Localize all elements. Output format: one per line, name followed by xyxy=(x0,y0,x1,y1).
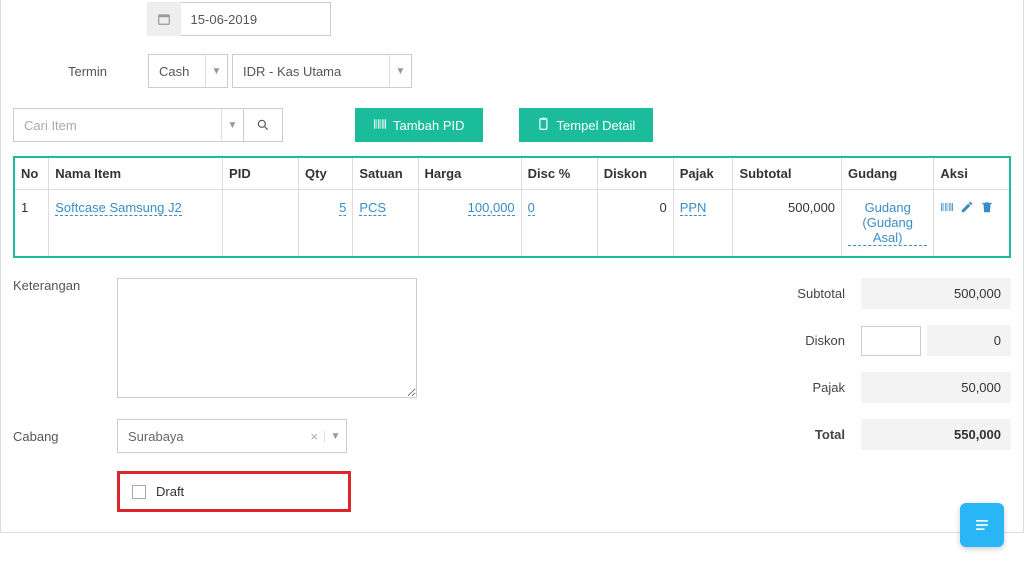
chevron-down-icon: ▼ xyxy=(389,55,411,87)
diskon-value: 0 xyxy=(927,325,1011,356)
barcode-icon xyxy=(373,117,387,134)
diskon-input[interactable] xyxy=(861,326,921,356)
draft-checkbox-container[interactable]: Draft xyxy=(117,471,351,512)
kas-select[interactable]: IDR - Kas Utama ▼ xyxy=(232,54,412,88)
cell-diskon: 0 xyxy=(597,190,673,258)
col-subtotal: Subtotal xyxy=(733,157,842,190)
subtotal-value: 500,000 xyxy=(861,278,1011,309)
tempel-detail-label: Tempel Detail xyxy=(557,118,636,133)
tambah-pid-label: Tambah PID xyxy=(393,118,465,133)
item-search-select[interactable]: Cari Item ▼ xyxy=(13,108,243,142)
cell-harga[interactable]: 100,000 xyxy=(468,200,515,216)
col-aksi: Aksi xyxy=(934,157,1010,190)
kas-value: IDR - Kas Utama xyxy=(233,64,389,79)
cell-gudang[interactable]: Gudang (Gudang Asal) xyxy=(848,200,927,246)
total-label: Total xyxy=(641,427,861,442)
termin-select[interactable]: Cash ▼ xyxy=(148,54,228,88)
pajak-value: 50,000 xyxy=(861,372,1011,403)
cell-nama[interactable]: Softcase Samsung J2 xyxy=(55,200,181,216)
items-table: No Nama Item PID Qty Satuan Harga Disc %… xyxy=(13,156,1011,258)
tanggal-input[interactable]: 15-06-2019 xyxy=(181,2,331,36)
total-value: 550,000 xyxy=(861,419,1011,450)
keterangan-label: Keterangan xyxy=(13,278,113,293)
barcode-icon[interactable] xyxy=(940,200,954,217)
col-disc-pct: Disc % xyxy=(521,157,597,190)
tempel-detail-button[interactable]: Tempel Detail xyxy=(519,108,654,142)
cell-qty[interactable]: 5 xyxy=(339,200,346,216)
close-icon[interactable]: × xyxy=(304,429,324,444)
col-qty: Qty xyxy=(299,157,353,190)
item-search-placeholder: Cari Item xyxy=(14,118,221,133)
edit-icon[interactable] xyxy=(960,200,974,217)
floating-menu-button[interactable] xyxy=(960,503,1004,547)
chevron-down-icon: ▼ xyxy=(221,109,243,141)
col-pajak: Pajak xyxy=(673,157,733,190)
trash-icon[interactable] xyxy=(980,200,994,217)
col-no: No xyxy=(14,157,49,190)
col-pid: PID xyxy=(223,157,299,190)
termin-value: Cash xyxy=(149,64,205,79)
cell-disc-pct[interactable]: 0 xyxy=(528,200,535,216)
cell-pajak[interactable]: PPN xyxy=(680,200,707,216)
keterangan-input[interactable] xyxy=(117,278,417,398)
pajak-label: Pajak xyxy=(641,380,861,395)
termin-label: Termin xyxy=(68,64,148,79)
paste-icon xyxy=(537,117,551,134)
col-satuan: Satuan xyxy=(353,157,418,190)
diskon-label: Diskon xyxy=(641,333,861,348)
cell-subtotal: 500,000 xyxy=(733,190,842,258)
chevron-down-icon: ▼ xyxy=(205,55,227,87)
col-gudang: Gudang xyxy=(842,157,934,190)
col-diskon: Diskon xyxy=(597,157,673,190)
tambah-pid-button[interactable]: Tambah PID xyxy=(355,108,483,142)
cell-satuan[interactable]: PCS xyxy=(359,200,386,216)
subtotal-label: Subtotal xyxy=(641,286,861,301)
cell-no: 1 xyxy=(14,190,49,258)
search-button[interactable] xyxy=(243,108,283,142)
draft-checkbox[interactable] xyxy=(132,485,146,499)
draft-label: Draft xyxy=(156,484,184,499)
cabang-value: Surabaya xyxy=(118,429,304,444)
calendar-icon[interactable] xyxy=(147,2,181,36)
table-row: 1 Softcase Samsung J2 5 PCS 100,000 0 0 … xyxy=(14,190,1010,258)
cabang-label: Cabang xyxy=(13,429,117,444)
chevron-down-icon: ▼ xyxy=(324,431,346,442)
col-nama: Nama Item xyxy=(49,157,223,190)
col-harga: Harga xyxy=(418,157,521,190)
cell-pid xyxy=(223,190,299,258)
cabang-select[interactable]: Surabaya × ▼ xyxy=(117,419,347,453)
